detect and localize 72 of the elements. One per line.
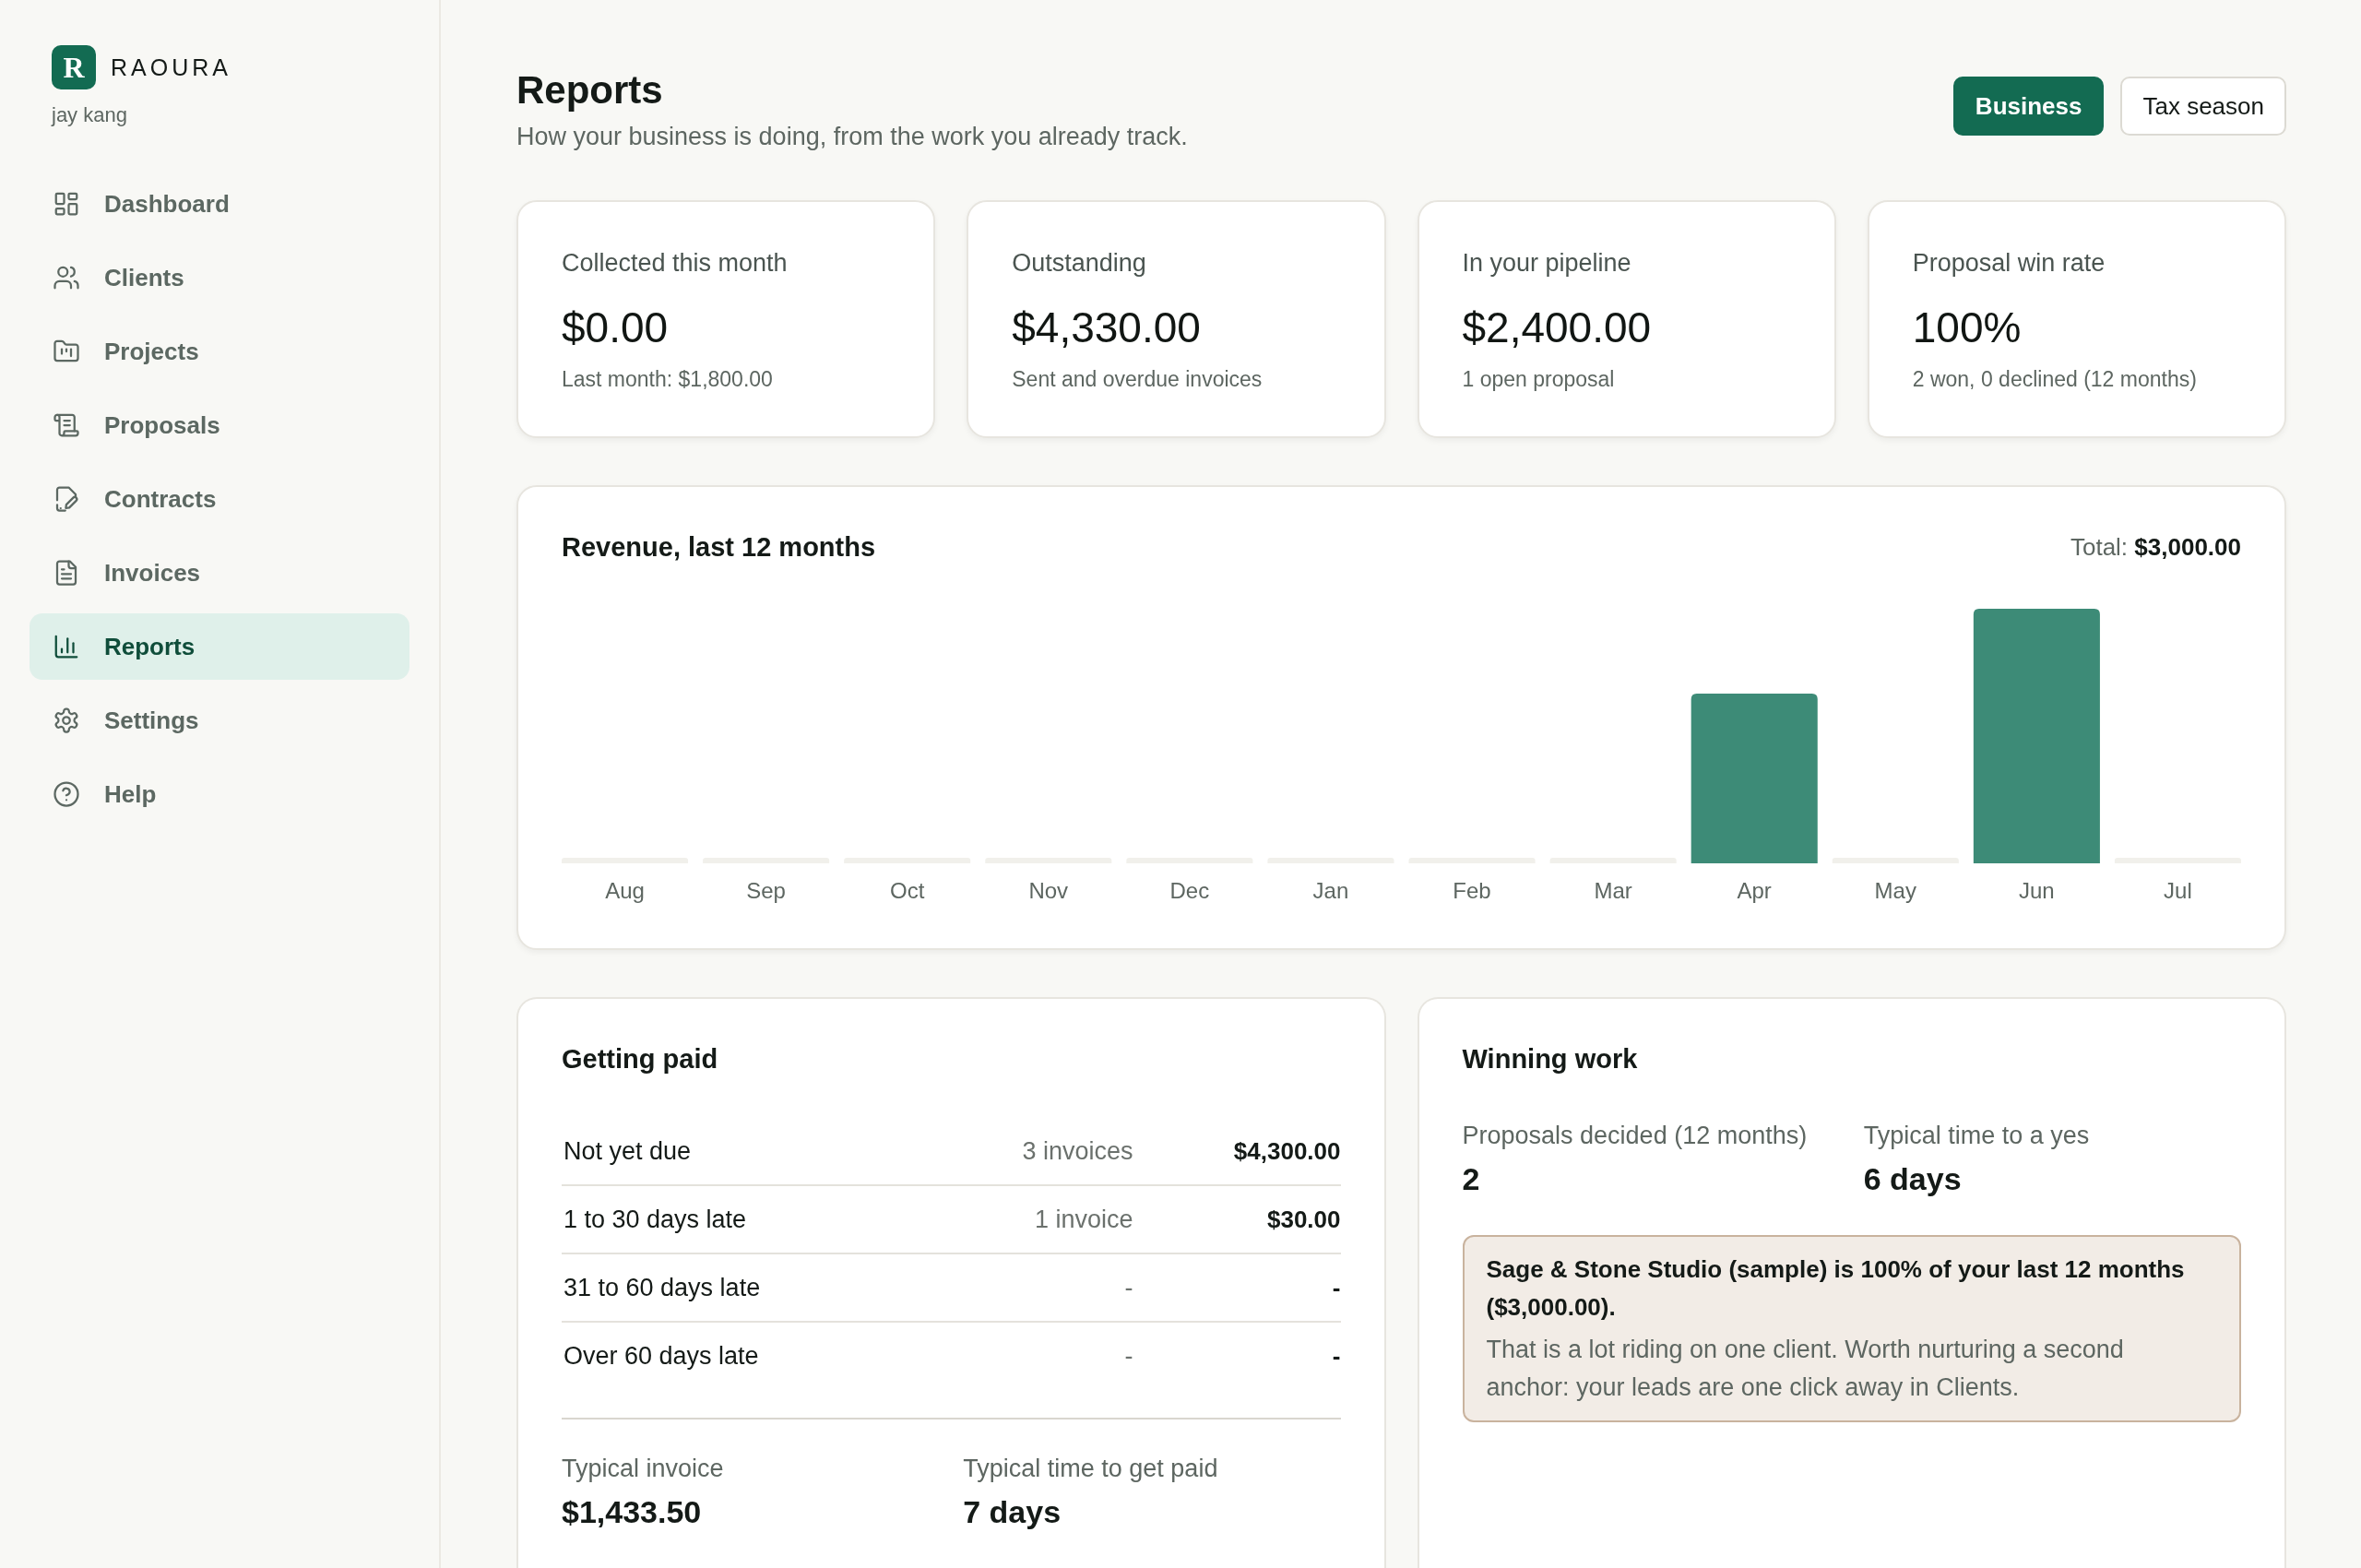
callout-body: That is a lot riding on one client. Worth nurturing a second anchor: your leads are one click away in Clients. <box>1486 1335 2125 1403</box>
month-label: Jul <box>2164 878 2192 903</box>
summary-label: Proposals decided (12 months) <box>1462 1121 1808 1151</box>
amount: - <box>1332 1342 1341 1370</box>
stat-value: 100% <box>1912 303 2022 353</box>
invoice-count: - <box>1124 1274 1133 1301</box>
summary-value: $1,433.50 <box>562 1493 702 1531</box>
month-label: May <box>1874 878 1916 903</box>
stat-value: $0.00 <box>562 303 669 353</box>
summary-label: Typical time to a yes <box>1863 1121 2090 1151</box>
sidebar-nav-item[interactable]: Contracts <box>30 466 409 532</box>
help-icon <box>53 780 80 808</box>
callout-headline: Sage & Stone Studio (sample) is 100% of your last 12 months ($3,000.00). <box>1486 1254 2186 1323</box>
summary-label: Typical time to get paid <box>963 1454 1218 1484</box>
stat-label: Outstanding <box>1012 248 1146 279</box>
settings-icon <box>53 707 80 734</box>
invoice-count: 1 invoice <box>1034 1206 1133 1233</box>
page-subtitle: How your business is doing, from the work you already track. <box>516 122 1188 152</box>
month-label: Sep <box>746 878 786 903</box>
stat-note: Sent and overdue invoices <box>1012 366 1263 393</box>
dashboard-icon <box>53 190 80 218</box>
month-label: Apr <box>1737 878 1772 903</box>
row-label: 31 to 60 days late <box>564 1274 761 1301</box>
month-label: Jan <box>1312 878 1349 903</box>
stat-label: Proposal win rate <box>1912 248 2106 279</box>
month-label: Dec <box>1169 878 1210 903</box>
view-toggle-button[interactable]: Tax season <box>2120 77 2286 136</box>
stat-value: $4,330.00 <box>1012 303 1201 353</box>
brand-name: RAOURA <box>111 53 231 81</box>
stat-label: In your pipeline <box>1462 248 1631 279</box>
amount: - <box>1332 1274 1341 1301</box>
month-label: Feb <box>1453 878 1491 903</box>
view-toggle-button[interactable]: Business <box>1952 77 2105 136</box>
summary-value: 7 days <box>963 1493 1062 1531</box>
sidebar-nav-item[interactable]: Projects <box>30 318 409 385</box>
row-label: Over 60 days late <box>564 1342 759 1370</box>
summary-value: 6 days <box>1863 1160 1962 1198</box>
invoice-count: 3 invoices <box>1022 1137 1133 1165</box>
month-label: Nov <box>1028 878 1069 903</box>
sidebar-nav-item[interactable]: Clients <box>30 244 409 311</box>
invoice-count: - <box>1124 1342 1133 1370</box>
stat-note: 1 open proposal <box>1462 366 1615 393</box>
amount: $30.00 <box>1266 1206 1341 1233</box>
sidebar-nav-item[interactable]: Settings <box>30 687 409 754</box>
row-label: Not yet due <box>564 1137 692 1165</box>
panel-title: Winning work <box>1462 1043 1638 1075</box>
summary-label: Typical invoice <box>562 1454 724 1484</box>
users-icon <box>53 264 80 291</box>
row-label: 1 to 30 days late <box>564 1206 747 1233</box>
stat-note: Last month: $1,800.00 <box>562 366 773 393</box>
stat-label: Collected this month <box>562 248 788 279</box>
sidebar-nav-item[interactable]: Invoices <box>30 540 409 606</box>
sidebar-nav-item[interactable]: Proposals <box>30 392 409 458</box>
panel-title: Getting paid <box>562 1043 718 1075</box>
sidebar-nav-item[interactable]: Help <box>30 761 409 827</box>
revenue-total: Total: $3,000.00 <box>2070 532 2241 563</box>
sidebar-nav-item[interactable]: Reports <box>30 613 409 680</box>
month-label: Jun <box>2019 878 2055 903</box>
stat-note: 2 won, 0 declined (12 months) <box>1912 366 2197 393</box>
month-label: Aug <box>605 878 645 903</box>
logo-mark: R <box>52 45 96 89</box>
stat-value: $2,400.00 <box>1462 303 1652 353</box>
month-label: Oct <box>890 878 925 903</box>
user-name: jay kang <box>52 102 127 128</box>
scroll-icon <box>53 411 80 439</box>
summary-value: 2 <box>1462 1160 1480 1198</box>
month-label: Mar <box>1594 878 1632 903</box>
sidebar-nav-item[interactable]: Dashboard <box>30 171 409 237</box>
panel-title: Revenue, last 12 months <box>562 531 876 564</box>
amount: $4,300.00 <box>1233 1137 1341 1165</box>
bar-chart-icon <box>53 633 80 660</box>
page-title: Reports <box>516 67 663 113</box>
